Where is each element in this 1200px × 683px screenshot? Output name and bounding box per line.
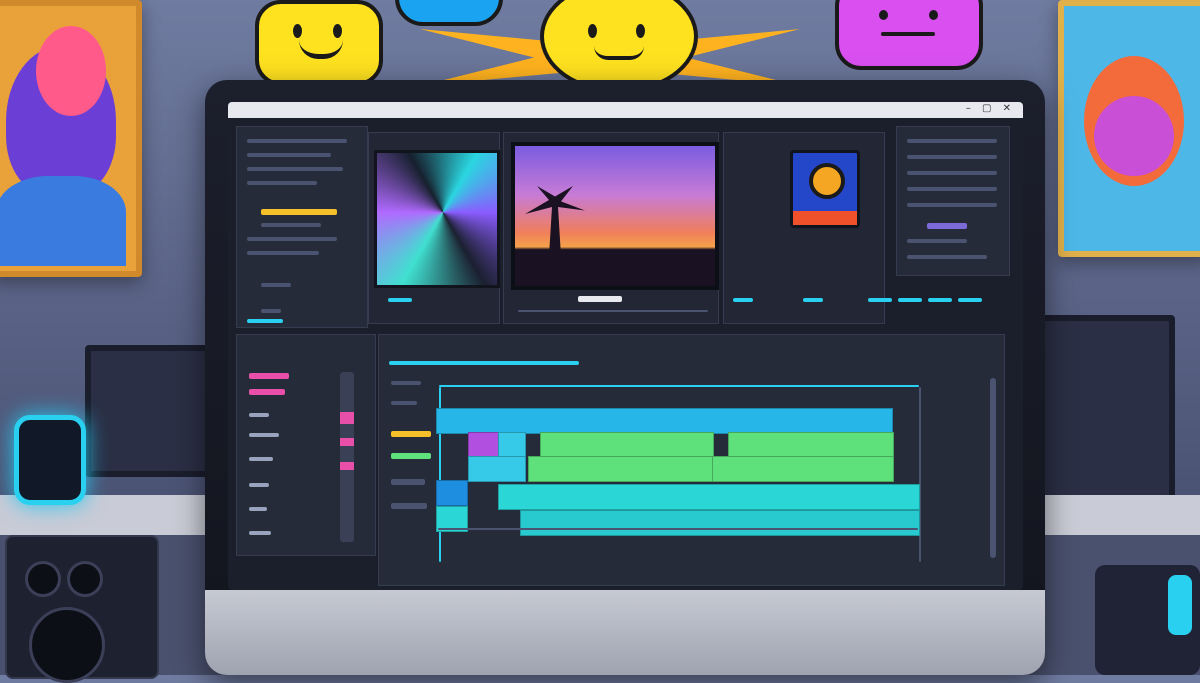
selected-asset-item[interactable]: [261, 209, 337, 215]
properties-panel: [896, 126, 1010, 276]
timeline-clip-video-main[interactable]: [436, 408, 893, 434]
video-editor-screen: – ▢ ✕: [228, 102, 1023, 590]
media-bin-scrollbar[interactable]: [340, 372, 354, 542]
timeline-clip-magenta[interactable]: [468, 432, 500, 458]
timeline-clip-blue-1[interactable]: [436, 480, 468, 506]
media-bin-panel: [236, 334, 376, 556]
timeline-clip-green-4[interactable]: [712, 456, 894, 482]
track-header-video-1[interactable]: [391, 431, 431, 437]
track-header-video-2[interactable]: [391, 453, 431, 459]
wall-painting-left: [0, 0, 142, 277]
timeline-clip-green-1[interactable]: [540, 432, 714, 458]
timeline-ruler[interactable]: [389, 361, 579, 365]
program-monitor-scrubber[interactable]: [578, 296, 622, 302]
desk-gadget: [1095, 565, 1200, 675]
monitor-chin: [205, 590, 1045, 675]
emoji-blue-bubble-icon: [395, 0, 503, 26]
timeline-vertical-scrollbar[interactable]: [990, 378, 996, 558]
bin-item-1[interactable]: [249, 373, 289, 379]
project-panel: [236, 126, 368, 328]
timeline-clip-green-3[interactable]: [528, 456, 714, 482]
bin-item-2[interactable]: [249, 389, 285, 395]
property-slider[interactable]: [927, 223, 967, 229]
source-clip-thumbnail[interactable]: [374, 150, 500, 288]
timeline-clip-green-2[interactable]: [728, 432, 894, 458]
wall-painting-right: [1058, 0, 1200, 257]
source-monitor-playhead-bar[interactable]: [388, 298, 412, 302]
emoji-left-icon: [255, 0, 383, 86]
window-titlebar: – ▢ ✕: [228, 102, 1023, 118]
timeline-clip-cyan-b[interactable]: [468, 456, 526, 482]
window-controls[interactable]: – ▢ ✕: [966, 103, 1015, 114]
track-header-audio-1[interactable]: [391, 479, 425, 485]
timeline-clip-teal-long[interactable]: [498, 484, 920, 510]
neon-lamp: [14, 415, 86, 505]
emoji-right-icon: [835, 0, 983, 70]
desk-speaker: [5, 535, 159, 683]
program-preview-sunset[interactable]: [511, 142, 719, 290]
timeline-clip-cyan-a[interactable]: [498, 432, 526, 458]
timeline-clip-teal-long-2[interactable]: [520, 510, 920, 536]
camera-lens-icon[interactable]: [790, 150, 860, 228]
